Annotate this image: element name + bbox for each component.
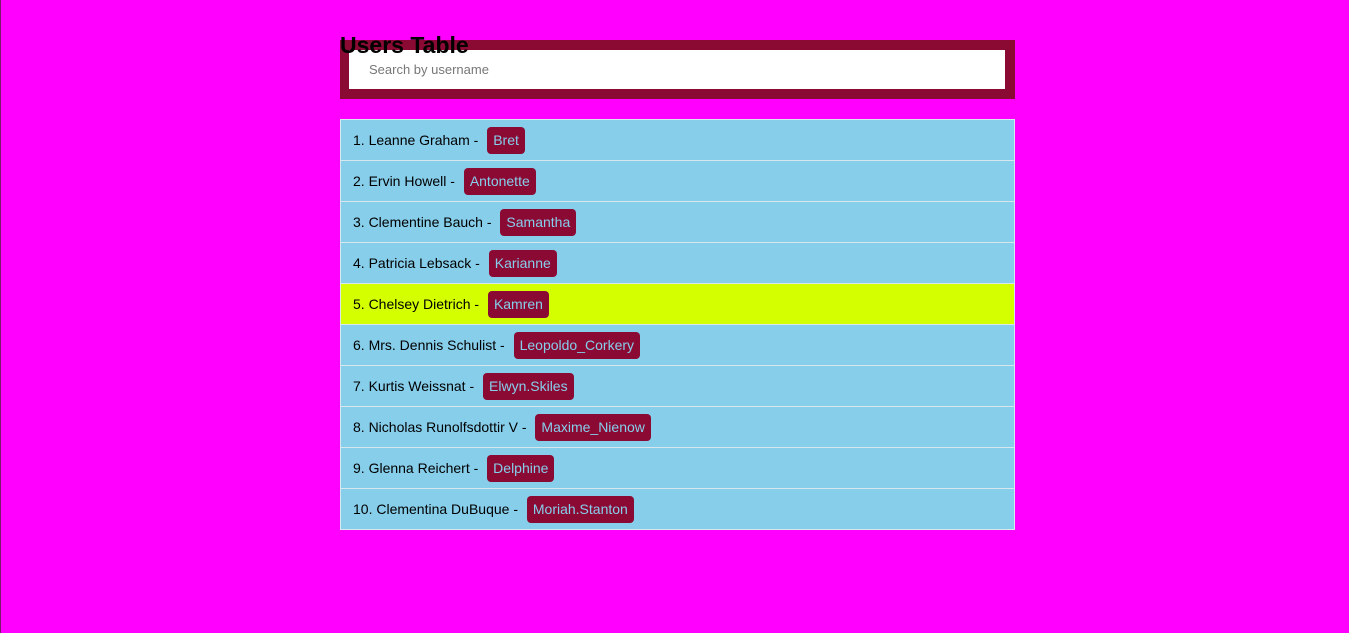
username-badge: Delphine [487, 454, 555, 482]
username-badge: Bret [487, 126, 525, 154]
window-left-edge [0, 0, 1, 633]
username-badge: Karianne [488, 249, 557, 277]
user-label: 4. Patricia Lebsack - [353, 255, 484, 271]
user-row-5[interactable]: 5. Chelsey Dietrich - Kamren [341, 284, 1014, 325]
user-row-9[interactable]: 9. Glenna Reichert - Delphine [341, 448, 1014, 489]
user-row-2[interactable]: 2. Ervin Howell - Antonette [341, 161, 1014, 202]
username-badge: Samantha [500, 208, 577, 236]
user-label: 9. Glenna Reichert - [353, 460, 483, 476]
user-label: 10. Clementina DuBuque - [353, 501, 522, 517]
user-row-4[interactable]: 4. Patricia Lebsack - Karianne [341, 243, 1014, 284]
user-row-10[interactable]: 10. Clementina DuBuque - Moriah.Stanton [341, 489, 1014, 530]
user-label: 3. Clementine Bauch - [353, 214, 496, 230]
user-label: 1. Leanne Graham - [353, 132, 483, 148]
user-label: 6. Mrs. Dennis Schulist - [353, 337, 509, 353]
user-label: 7. Kurtis Weissnat - [353, 378, 479, 394]
page-title: Users Table [340, 32, 469, 58]
user-row-1[interactable]: 1. Leanne Graham - Bret [341, 120, 1014, 161]
user-row-7[interactable]: 7. Kurtis Weissnat - Elwyn.Skiles [341, 366, 1014, 407]
username-badge: Antonette [463, 167, 536, 195]
username-badge: Maxime_Nienow [535, 413, 651, 441]
user-row-6[interactable]: 6. Mrs. Dennis Schulist - Leopoldo_Corke… [341, 325, 1014, 366]
username-badge: Kamren [487, 290, 549, 318]
user-row-3[interactable]: 3. Clementine Bauch - Samantha [341, 202, 1014, 243]
user-row-8[interactable]: 8. Nicholas Runolfsdottir V - Maxime_Nie… [341, 407, 1014, 448]
username-badge: Moriah.Stanton [526, 495, 634, 523]
username-badge: Leopoldo_Corkery [513, 331, 641, 359]
user-label: 5. Chelsey Dietrich - [353, 296, 483, 312]
user-list: 1. Leanne Graham - Bret 2. Ervin Howell … [340, 119, 1015, 530]
user-label: 8. Nicholas Runolfsdottir V - [353, 419, 531, 435]
username-badge: Elwyn.Skiles [483, 372, 574, 400]
users-table-container: Users Table 1. Leanne Graham - Bret 2. E… [340, 0, 1015, 530]
user-label: 2. Ervin Howell - [353, 173, 459, 189]
